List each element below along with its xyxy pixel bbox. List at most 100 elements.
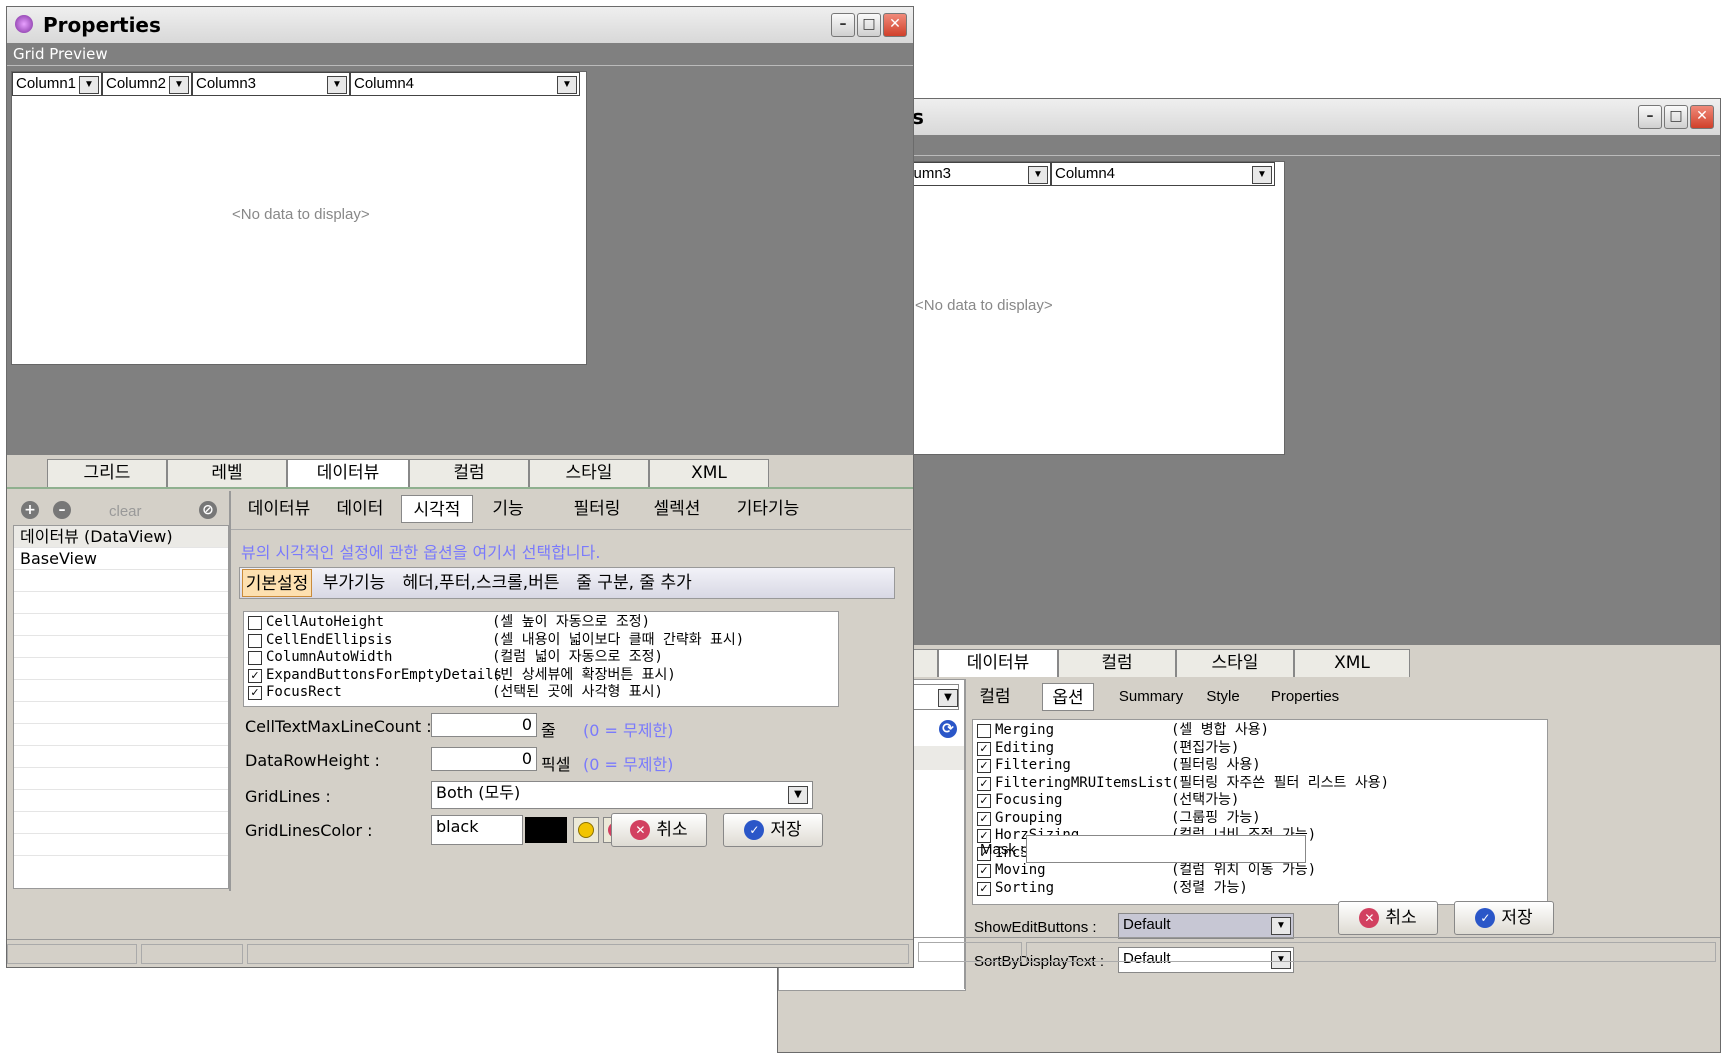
tab-column[interactable]: 컬럼: [409, 459, 529, 487]
tab-xml[interactable]: XML: [649, 459, 769, 487]
option-checkbox[interactable]: ✓: [977, 741, 991, 756]
tab-style[interactable]: 스타일: [1176, 649, 1294, 677]
option-row[interactable]: Merging (셀 병합 사용): [973, 722, 1547, 740]
close-icon[interactable]: ✕: [883, 13, 907, 37]
tab-xml[interactable]: XML: [1294, 649, 1410, 677]
column-header[interactable]: Column2 ▼: [102, 72, 192, 96]
back-titlebar[interactable]: s – □ ✕: [778, 99, 1720, 135]
option-row[interactable]: ✓ Filtering (필터링 사용): [973, 757, 1547, 775]
row-height-input[interactable]: 0: [431, 747, 537, 771]
chevron-down-icon[interactable]: ▼: [1028, 166, 1048, 184]
minimize-icon[interactable]: –: [1638, 105, 1662, 129]
list-item[interactable]: 데이터뷰 (DataView): [14, 526, 228, 548]
column-header[interactable]: Column4 ▼: [1051, 162, 1275, 186]
tab-style[interactable]: 스타일: [529, 459, 649, 487]
option-checkbox[interactable]: ✓: [977, 864, 991, 878]
tab-dataview[interactable]: 데이터뷰: [938, 649, 1058, 677]
tab-dataview[interactable]: 데이터뷰: [287, 459, 409, 487]
chevron-down-icon[interactable]: ▼: [788, 786, 808, 804]
column-header[interactable]: Column1 ▼: [12, 72, 102, 96]
chevron-down-icon[interactable]: ▼: [1252, 166, 1272, 184]
inner-tab-header-footer[interactable]: 헤더,푸터,스크롤,버튼: [396, 569, 566, 597]
option-row[interactable]: ✓ FilteringMRUItemsList (필터링 자주쓴 필터 리스트 사용…: [973, 775, 1547, 793]
option-checkbox[interactable]: [248, 616, 262, 630]
subtab-style[interactable]: Style: [1198, 683, 1248, 711]
save-button[interactable]: ✓ 저장: [1454, 901, 1554, 935]
subtab-column[interactable]: 컬럼: [972, 683, 1018, 711]
back-options-list: Merging (셀 병합 사용) ✓ Editing (편집가능) ✓ Filtering…: [972, 719, 1548, 905]
save-button[interactable]: ✓ 저장: [723, 813, 823, 847]
max-line-count-hint: (0 = 무제한): [583, 721, 674, 740]
subtab-options[interactable]: 옵션: [1042, 683, 1094, 711]
option-checkbox[interactable]: ✓: [248, 686, 262, 700]
show-edit-buttons-select[interactable]: Default ▼: [1118, 913, 1294, 939]
mask-input[interactable]: [1026, 835, 1306, 863]
subtab-etc[interactable]: 기타기능: [723, 495, 813, 523]
subtab-summary[interactable]: Summary: [1112, 683, 1190, 711]
option-row[interactable]: ✓ Editing (편집가능): [973, 740, 1547, 758]
option-row[interactable]: ✓ FocusRect (선택된 곳에 사각형 표시): [244, 684, 838, 702]
gridlines-select[interactable]: Both (모두) ▼: [431, 781, 813, 809]
block-icon[interactable]: ⊘: [199, 501, 217, 519]
maximize-icon[interactable]: □: [857, 13, 881, 37]
maximize-icon[interactable]: □: [1664, 105, 1688, 129]
subtab-filtering[interactable]: 필터링: [561, 495, 633, 523]
color-picker-button[interactable]: [573, 817, 599, 843]
option-row[interactable]: ✓ Focusing (선택가능): [973, 792, 1547, 810]
refresh-icon[interactable]: ⟳: [939, 720, 957, 738]
option-checkbox[interactable]: ✓: [977, 776, 991, 791]
subtab-dataview[interactable]: 데이터뷰: [239, 495, 319, 523]
inner-tab-basic[interactable]: 기본설정: [242, 569, 312, 597]
column-header[interactable]: Column4 ▼: [350, 72, 580, 96]
save-button-label: 저장: [770, 820, 802, 840]
inner-tab-line[interactable]: 줄 구분, 줄 추가: [570, 569, 698, 597]
cancel-button[interactable]: ✕ 취소: [611, 813, 707, 847]
option-row[interactable]: CellAutoHeight (셀 높이 자동으로 조정): [244, 614, 838, 632]
option-checkbox[interactable]: ✓: [977, 881, 991, 896]
option-row[interactable]: ✓ Sorting (정렬 가능): [973, 880, 1547, 898]
chevron-down-icon[interactable]: ▼: [938, 689, 958, 707]
option-name: ColumnAutoWidth: [266, 649, 393, 665]
cancel-button[interactable]: ✕ 취소: [1338, 901, 1438, 935]
close-icon[interactable]: ✕: [1690, 105, 1714, 129]
option-description: (편집가능): [1171, 739, 1240, 756]
clear-button[interactable]: clear: [109, 503, 142, 520]
column-header[interactable]: Column3 ▼: [192, 72, 350, 96]
list-item[interactable]: BaseView: [14, 548, 228, 570]
chevron-down-icon[interactable]: ▼: [79, 76, 99, 94]
option-row[interactable]: ✓ Moving (컬럼 위치 이동 가능): [973, 862, 1547, 880]
option-row[interactable]: ✓ Grouping (그룹핑 가능): [973, 810, 1547, 828]
tab-level[interactable]: 레벨: [167, 459, 287, 487]
option-description: (셀 높이 자동으로 조정): [492, 614, 651, 630]
option-row[interactable]: ColumnAutoWidth (컬럼 넓이 자동으로 조정): [244, 649, 838, 667]
gridlines-color-input[interactable]: black: [431, 815, 523, 845]
chevron-down-icon[interactable]: ▼: [1271, 917, 1291, 935]
front-properties-window: Properties – □ ✕ Grid Preview Column1 ▼ …: [6, 6, 914, 968]
subtab-visual[interactable]: 시각적: [401, 495, 473, 523]
chevron-down-icon[interactable]: ▼: [169, 76, 189, 94]
subtab-features[interactable]: 기능: [479, 495, 537, 523]
max-line-count-input[interactable]: 0: [431, 713, 537, 737]
remove-icon[interactable]: –: [53, 501, 71, 519]
add-icon[interactable]: +: [21, 501, 39, 519]
option-checkbox[interactable]: [248, 651, 262, 665]
option-checkbox[interactable]: ✓: [977, 794, 991, 808]
chevron-down-icon[interactable]: ▼: [327, 76, 347, 94]
row-height-hint: (0 = 무제한): [583, 755, 674, 774]
option-checkbox[interactable]: [977, 724, 991, 738]
subtab-selection[interactable]: 셀렉션: [641, 495, 713, 523]
option-checkbox[interactable]: ✓: [977, 811, 991, 826]
tab-grid[interactable]: 그리드: [47, 459, 167, 487]
option-row[interactable]: CellEndEllipsis (셀 내용이 넓이보다 클때 간략화 표시): [244, 632, 838, 650]
option-row[interactable]: ✓ ExpandButtonsForEmptyDetails (빈 상세뷰에 확장버…: [244, 667, 838, 685]
tab-column[interactable]: 컬럼: [1058, 649, 1176, 677]
option-checkbox[interactable]: [248, 633, 262, 648]
minimize-icon[interactable]: –: [831, 13, 855, 37]
inner-tab-extra[interactable]: 부가기능: [318, 569, 390, 597]
option-checkbox[interactable]: ✓: [248, 668, 262, 683]
option-checkbox[interactable]: ✓: [977, 759, 991, 773]
subtab-data[interactable]: 데이터: [327, 495, 393, 523]
subtab-properties[interactable]: Properties: [1260, 683, 1350, 711]
chevron-down-icon[interactable]: ▼: [557, 76, 577, 94]
front-titlebar[interactable]: Properties – □ ✕: [7, 7, 913, 43]
